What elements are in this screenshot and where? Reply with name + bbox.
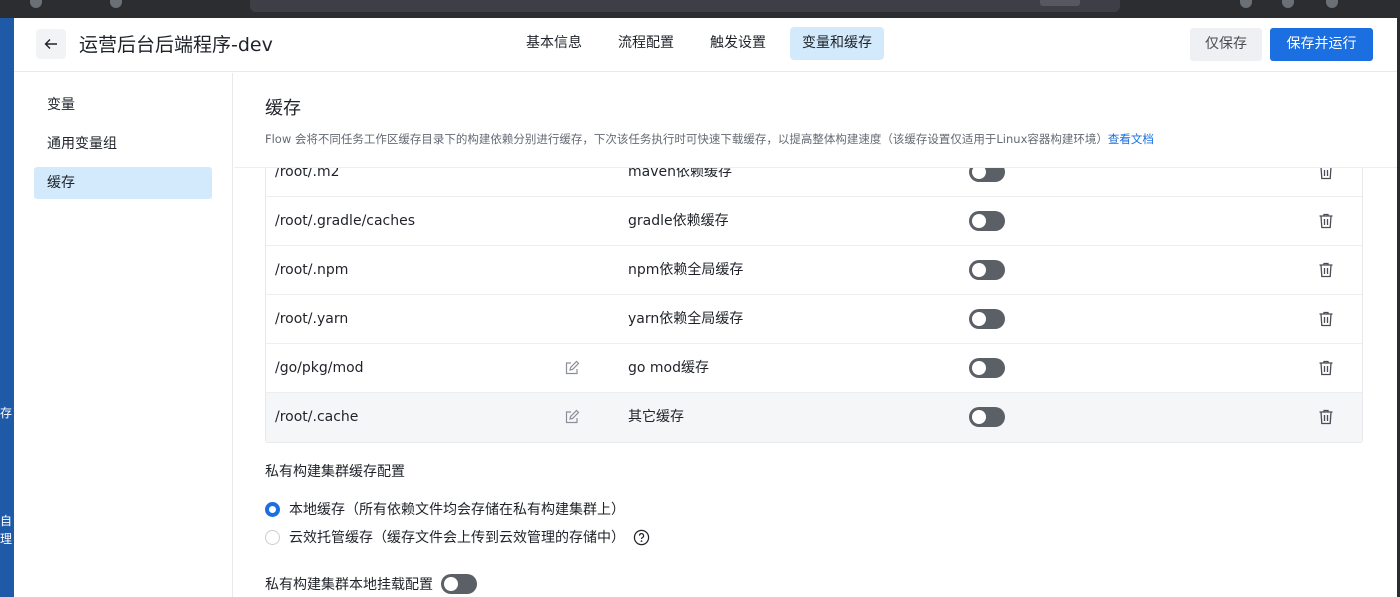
cache-toggle[interactable] <box>969 358 1005 378</box>
table-row: /root/.cache 其它缓存 <box>266 393 1362 442</box>
back-button[interactable] <box>36 29 66 59</box>
private-cluster-cache-title: 私有构建集群缓存配置 <box>265 464 405 480</box>
table-row: /root/.npm npm依赖全局缓存 <box>266 246 1362 295</box>
nav-back-icon[interactable] <box>30 0 42 8</box>
zoom-indicator <box>1040 0 1080 6</box>
mount-config-label: 私有构建集群本地挂载配置 <box>265 577 433 593</box>
save-and-run-button[interactable]: 保存并运行 <box>1270 28 1373 61</box>
tab-bar: 基本信息 流程配置 触发设置 变量和缓存 <box>514 27 884 60</box>
radio-checked-icon[interactable] <box>265 501 280 517</box>
cache-path: /root/.npm <box>275 262 349 278</box>
table-row: /root/.gradle/caches gradle依赖缓存 <box>266 197 1362 246</box>
table-row: /go/pkg/mod go mod缓存 <box>266 344 1362 393</box>
description-text: Flow 会将不同任务工作区缓存目录下的构建依赖分别进行缓存，下次该任务执行时可… <box>265 132 1108 146</box>
cache-toggle[interactable] <box>969 309 1005 329</box>
table-row: /root/.m2 maven依赖缓存 <box>266 168 1362 197</box>
tab-trigger-settings[interactable]: 触发设置 <box>698 27 778 60</box>
cache-table: /root/.m2 maven依赖缓存 /root/.gradle/caches… <box>265 168 1363 443</box>
radio-cloud-cache[interactable]: 云效托管缓存（缓存文件会上传到云效管理的存储中） <box>265 527 650 547</box>
desktop-glyph: 自 <box>0 514 13 528</box>
cache-path: /root/.yarn <box>275 311 349 327</box>
cache-toggle[interactable] <box>969 407 1005 427</box>
page-title: 运营后台后端程序-dev <box>79 34 273 56</box>
cache-desc: go mod缓存 <box>628 360 709 376</box>
edit-icon[interactable] <box>564 409 580 425</box>
radio-label: 云效托管缓存（缓存文件会上传到云效管理的存储中） <box>289 530 625 546</box>
radio-unchecked-icon[interactable] <box>265 529 280 545</box>
cache-toggle[interactable] <box>969 211 1005 231</box>
desktop-strip: 存 自 理 <box>0 18 14 597</box>
section-title: 缓存 <box>265 98 301 119</box>
trash-icon[interactable] <box>1317 261 1335 279</box>
cache-desc: npm依赖全局缓存 <box>628 262 744 278</box>
sidebar-item-variables[interactable]: 变量 <box>34 89 212 121</box>
menu-icon[interactable] <box>1326 0 1338 8</box>
cache-desc: yarn依赖全局缓存 <box>628 311 744 327</box>
page-header: 运营后台后端程序-dev 基本信息 流程配置 触发设置 变量和缓存 仅保存 保存… <box>14 18 1397 72</box>
save-only-button[interactable]: 仅保存 <box>1190 28 1262 61</box>
address-bar[interactable] <box>250 0 1120 12</box>
trash-icon[interactable] <box>1317 168 1335 181</box>
reload-icon[interactable] <box>110 0 122 8</box>
sidebar-item-cache[interactable]: 缓存 <box>34 167 212 199</box>
arrow-left-icon <box>44 39 57 49</box>
sidebar-item-variable-groups[interactable]: 通用变量组 <box>34 128 212 160</box>
cache-path: /root/.gradle/caches <box>275 213 416 229</box>
app-window: 运营后台后端程序-dev 基本信息 流程配置 触发设置 变量和缓存 仅保存 保存… <box>14 18 1397 597</box>
sidebar: 变量 通用变量组 缓存 <box>14 73 233 597</box>
radio-local-cache[interactable]: 本地缓存（所有依赖文件均会存储在私有构建集群上） <box>265 499 625 519</box>
cache-toggle[interactable] <box>969 260 1005 280</box>
cache-path: /go/pkg/mod <box>275 360 364 376</box>
extension-icon[interactable] <box>1240 0 1252 8</box>
trash-icon[interactable] <box>1317 310 1335 328</box>
mount-config-toggle[interactable] <box>441 574 477 594</box>
cache-desc: gradle依赖缓存 <box>628 213 729 229</box>
doc-link[interactable]: 查看文档 <box>1108 132 1154 146</box>
browser-chrome <box>0 0 1400 18</box>
trash-icon[interactable] <box>1317 408 1335 426</box>
cache-toggle[interactable] <box>969 168 1005 182</box>
cache-path: /root/.m2 <box>275 168 340 180</box>
help-icon[interactable] <box>633 529 650 546</box>
cache-desc: maven依赖缓存 <box>628 168 732 180</box>
cache-path: /root/.cache <box>275 409 359 425</box>
table-row: /root/.yarn yarn依赖全局缓存 <box>266 295 1362 344</box>
main-content: 缓存 Flow 会将不同任务工作区缓存目录下的构建依赖分别进行缓存，下次该任务执… <box>234 73 1397 597</box>
mount-config-row: 私有构建集群本地挂载配置 <box>265 573 477 595</box>
section-description: Flow 会将不同任务工作区缓存目录下的构建依赖分别进行缓存，下次该任务执行时可… <box>265 131 1154 147</box>
desktop-glyph: 理 <box>0 532 13 546</box>
account-icon[interactable] <box>1282 0 1294 8</box>
desktop-glyph: 存 <box>0 406 13 420</box>
tab-pipeline-config[interactable]: 流程配置 <box>606 27 686 60</box>
tab-variables-cache[interactable]: 变量和缓存 <box>790 27 884 60</box>
trash-icon[interactable] <box>1317 212 1335 230</box>
trash-icon[interactable] <box>1317 359 1335 377</box>
radio-label: 本地缓存（所有依赖文件均会存储在私有构建集群上） <box>289 502 625 518</box>
cache-desc: 其它缓存 <box>628 409 684 425</box>
tab-basic-info[interactable]: 基本信息 <box>514 27 594 60</box>
edit-icon[interactable] <box>564 360 580 376</box>
